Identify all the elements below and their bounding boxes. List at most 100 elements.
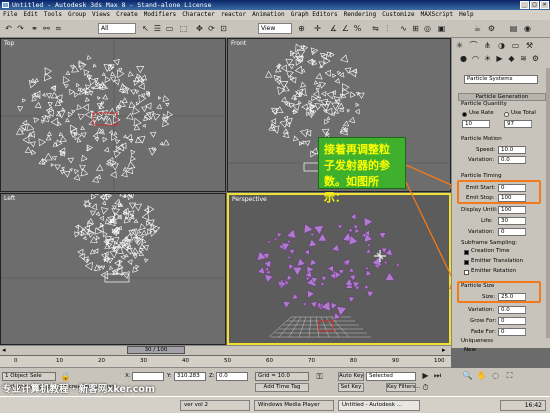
play-icon[interactable]: ▶ bbox=[420, 370, 431, 381]
taskbar-item[interactable]: Windows Media Player bbox=[254, 400, 334, 411]
systems-icon[interactable]: ⚙ bbox=[530, 53, 541, 64]
z-coord-field[interactable]: 0.0 bbox=[216, 372, 248, 381]
use-total-radio[interactable] bbox=[504, 112, 509, 117]
zoom-icon[interactable]: 🔍 bbox=[462, 370, 473, 381]
fade-for-spinner[interactable]: 0 bbox=[498, 328, 531, 336]
utilities-tab-icon[interactable]: ⚒ bbox=[524, 40, 535, 51]
y-label: Y: bbox=[167, 373, 172, 379]
life-spinner[interactable]: 30 bbox=[498, 217, 531, 225]
next-frame-icon[interactable]: ▸ bbox=[442, 346, 446, 354]
emit-start-spinner[interactable]: 0 bbox=[498, 184, 531, 192]
emit-stop-label: Emit Stop: bbox=[466, 195, 495, 201]
lights-icon[interactable]: ☀ bbox=[482, 53, 493, 64]
z-label: Z: bbox=[209, 373, 215, 379]
section-particle-timing: Particle Timing bbox=[461, 173, 502, 179]
track-tick-label: 0 bbox=[14, 358, 18, 364]
track-bar[interactable]: 0 10 20 30 40 50 60 70 80 90 100 bbox=[0, 356, 451, 368]
speed-spinner[interactable]: 10.0 bbox=[498, 146, 531, 154]
size-variation-spinner[interactable]: 0.0 bbox=[498, 306, 531, 314]
emitter-translation-checkbox[interactable] bbox=[464, 260, 469, 265]
grow-for-label: Grow For: bbox=[470, 318, 497, 324]
section-particle-size: Particle Size bbox=[461, 283, 495, 289]
use-rate-radio[interactable] bbox=[462, 112, 467, 117]
display-until-label: Display Until: bbox=[461, 207, 498, 213]
command-panel: ✳ ⌒ ⋔ ◑ ▭ ⚒ ● ◠ ☀ ▶ ◆ ≋ ⚙ Particle Syste… bbox=[451, 38, 550, 353]
display-until-spinner[interactable]: 100 bbox=[498, 206, 531, 214]
display-tab-icon[interactable]: ▭ bbox=[510, 40, 521, 51]
track-tick-label: 10 bbox=[56, 358, 63, 364]
key-filters-button[interactable]: Key Filters... bbox=[386, 383, 420, 392]
life-variation-spinner[interactable]: 0 bbox=[498, 228, 531, 236]
variation-label: Variation: bbox=[468, 229, 495, 235]
track-tick-label: 100 bbox=[434, 358, 445, 364]
total-spinner[interactable]: 97 bbox=[504, 120, 537, 128]
panel-scrollbar[interactable] bbox=[546, 68, 550, 338]
track-tick-label: 70 bbox=[308, 358, 315, 364]
track-tick-label: 20 bbox=[98, 358, 105, 364]
x-label: X: bbox=[125, 373, 131, 379]
section-particle-quantity: Particle Quantity bbox=[461, 101, 507, 107]
hierarchy-tab-icon[interactable]: ⋔ bbox=[482, 40, 493, 51]
taskbar-item-active[interactable]: Untitled - Autodesk ... bbox=[338, 400, 420, 411]
taskbar-item[interactable]: ver vol 2 bbox=[180, 400, 250, 411]
time-slider-track[interactable] bbox=[0, 345, 451, 355]
time-slider[interactable]: 30 / 100 bbox=[127, 346, 185, 354]
motion-tab-icon[interactable]: ◑ bbox=[496, 40, 507, 51]
cameras-icon[interactable]: ▶ bbox=[494, 53, 505, 64]
section-particle-motion: Particle Motion bbox=[461, 136, 502, 142]
use-rate-label: Use Rate bbox=[469, 110, 494, 116]
use-total-label: Use Total bbox=[511, 110, 536, 116]
set-key-icon[interactable]: ⚿ bbox=[314, 371, 325, 382]
auto-key-mode-dropdown[interactable]: Selected bbox=[366, 372, 416, 381]
orbit-icon[interactable]: ◌ bbox=[490, 370, 501, 381]
object-type-dropdown[interactable]: Particle Systems bbox=[464, 75, 538, 84]
grid-size: Grid = 10.0 bbox=[255, 372, 309, 381]
size-spinner[interactable]: 25.0 bbox=[498, 293, 531, 301]
emitter-rotation-label: Emitter Rotation bbox=[471, 268, 517, 274]
rollout-particle-generation[interactable]: Particle Generation bbox=[458, 93, 546, 101]
grow-for-spinner[interactable]: 0 bbox=[498, 317, 531, 325]
x-coord-field[interactable] bbox=[132, 372, 164, 381]
spacewarps-icon[interactable]: ≋ bbox=[518, 53, 529, 64]
track-tick-label: 90 bbox=[392, 358, 399, 364]
emitter-translation-label: Emitter Translation bbox=[471, 258, 524, 264]
variation-label: Variation: bbox=[468, 307, 495, 313]
watermark: 专业计算机教程 · 新客网xker.com bbox=[2, 384, 155, 395]
subframe-label: Subframe Sampling: bbox=[461, 240, 518, 246]
track-tick-label: 80 bbox=[350, 358, 357, 364]
helpers-icon[interactable]: ◆ bbox=[506, 53, 517, 64]
section-uniqueness: Uniqueness bbox=[461, 338, 494, 344]
selection-count: 1 Object Sele bbox=[2, 372, 56, 381]
prev-frame-icon[interactable]: ◂ bbox=[2, 346, 6, 354]
speed-label: Speed: bbox=[476, 147, 496, 153]
creation-time-label: Creation Time bbox=[471, 248, 510, 254]
rate-spinner[interactable]: 10 bbox=[462, 120, 495, 128]
track-tick-label: 40 bbox=[182, 358, 189, 364]
time-config-icon[interactable]: ⏱ bbox=[420, 382, 431, 393]
system-clock: 16:42 bbox=[500, 400, 546, 411]
size-label: Size: bbox=[482, 294, 496, 300]
new-seed-label: New bbox=[464, 347, 476, 353]
create-tab-icon[interactable]: ✳ bbox=[454, 40, 465, 51]
emitter-rotation-checkbox[interactable] bbox=[464, 270, 469, 275]
creation-time-checkbox[interactable] bbox=[464, 250, 469, 255]
y-coord-field[interactable]: 310.283 bbox=[174, 372, 206, 381]
geometry-icon[interactable]: ● bbox=[458, 53, 469, 64]
emit-start-label: Emit Start: bbox=[466, 185, 496, 191]
modify-tab-icon[interactable]: ⌒ bbox=[468, 40, 479, 51]
maximize-viewport-icon[interactable]: ⛶ bbox=[504, 370, 515, 381]
next-key-icon[interactable]: ⏭ bbox=[432, 370, 443, 381]
variation-spinner[interactable]: 0.0 bbox=[498, 156, 531, 164]
add-time-tag-button[interactable]: Add Time Tag bbox=[255, 383, 309, 392]
fade-for-label: Fade For: bbox=[471, 329, 497, 335]
shapes-icon[interactable]: ◠ bbox=[470, 53, 481, 64]
taskbar: ver vol 2 Windows Media Player Untitled … bbox=[0, 396, 550, 413]
track-tick-label: 50 bbox=[224, 358, 231, 364]
pan-icon[interactable]: ✋ bbox=[476, 370, 487, 381]
track-tick-label: 30 bbox=[140, 358, 147, 364]
set-key-button[interactable]: Set Key bbox=[338, 383, 364, 392]
variation-label: Variation: bbox=[468, 157, 495, 163]
auto-key-button[interactable]: Auto Key bbox=[338, 372, 364, 381]
track-tick-label: 60 bbox=[266, 358, 273, 364]
emit-stop-spinner[interactable]: 100 bbox=[498, 194, 531, 202]
